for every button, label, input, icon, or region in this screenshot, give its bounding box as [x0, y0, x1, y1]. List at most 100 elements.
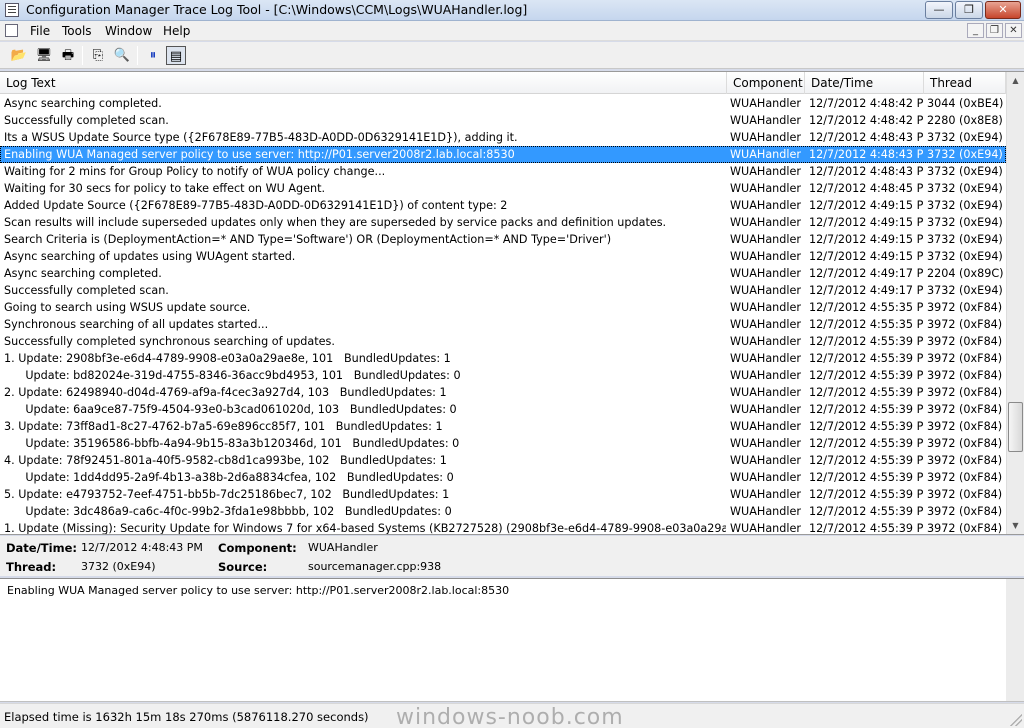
log-row-component: WUAHandler: [730, 250, 801, 263]
log-row-text: Successfully completed scan.: [4, 284, 169, 297]
copy-icon[interactable]: ⎘: [88, 46, 108, 65]
log-row-component: WUAHandler: [730, 522, 801, 535]
component-label: Component:: [218, 541, 297, 555]
log-row-datetime: 12/7/2012 4:49:15 PM: [809, 199, 923, 212]
close-button[interactable]: ✕: [985, 1, 1021, 19]
log-row[interactable]: Search Criteria is (DeploymentAction=* A…: [0, 231, 1006, 248]
log-row-thread: 3732 (0xE94): [927, 148, 1003, 161]
log-row-thread: 3972 (0xF84): [927, 505, 1003, 518]
menu-window[interactable]: Window: [105, 24, 152, 38]
log-row-datetime: 12/7/2012 4:55:39 PM: [809, 437, 923, 450]
scroll-up-arrow-icon[interactable]: ▲: [1007, 72, 1024, 89]
print-icon[interactable]: 🖶: [58, 46, 78, 65]
log-row[interactable]: Update: bd82024e-319d-4755-8346-36acc9bd…: [0, 367, 1006, 384]
find-icon[interactable]: 🔍: [112, 46, 132, 65]
log-row-datetime: 12/7/2012 4:55:39 PM: [809, 403, 923, 416]
log-row-component: WUAHandler: [730, 403, 801, 416]
column-header-thread[interactable]: Thread: [924, 72, 1006, 94]
computer-icon[interactable]: 🖥: [34, 46, 54, 65]
vertical-scrollbar[interactable]: ▲ ▼: [1006, 72, 1024, 534]
source-label: Source:: [218, 560, 268, 574]
log-row-text: Added Update Source ({2F678E89-77B5-483D…: [4, 199, 508, 212]
log-row[interactable]: Added Update Source ({2F678E89-77B5-483D…: [0, 197, 1006, 214]
log-row[interactable]: Waiting for 30 secs for policy to take e…: [0, 180, 1006, 197]
log-row[interactable]: Update: 6aa9ce87-75f9-4504-93e0-b3cad061…: [0, 401, 1006, 418]
log-row[interactable]: Enabling WUA Managed server policy to us…: [0, 146, 1006, 163]
log-row-text: Update: 3dc486a9-ca6c-4f0c-99b2-3fda1e98…: [4, 505, 452, 518]
log-row-component: WUAHandler: [730, 165, 801, 178]
resize-grip-icon[interactable]: [1010, 714, 1022, 726]
mdi-close-button[interactable]: ✕: [1005, 23, 1022, 38]
log-row[interactable]: Async searching completed. WUAHandler 12/7…: [0, 95, 1006, 112]
log-row-component: WUAHandler: [730, 386, 801, 399]
log-list[interactable]: Log Text Component Date/Time Thread Asyn…: [0, 71, 1024, 535]
log-row-text: Successfully completed synchronous searc…: [4, 335, 335, 348]
log-row[interactable]: 5. Update: e4793752-7eef-4751-bb5b-7dc25…: [0, 486, 1006, 503]
log-row[interactable]: Update: 1dd4dd95-2a9f-4b13-a38b-2d6a8834…: [0, 469, 1006, 486]
title-bar: Configuration Manager Trace Log Tool - […: [0, 0, 1024, 21]
scrollbar-thumb[interactable]: [1008, 402, 1023, 452]
datetime-value: 12/7/2012 4:48:43 PM: [81, 541, 203, 554]
log-row-text: Enabling WUA Managed server policy to us…: [4, 148, 515, 161]
log-row-datetime: 12/7/2012 4:49:15 PM: [809, 250, 923, 263]
highlight-icon[interactable]: ▤: [166, 46, 186, 65]
column-header-log-text[interactable]: Log Text: [0, 72, 727, 94]
log-row-thread: 3972 (0xF84): [927, 420, 1003, 433]
log-row-text: Going to search using WSUS update source…: [4, 301, 251, 314]
log-row-text: Update: 6aa9ce87-75f9-4504-93e0-b3cad061…: [4, 403, 457, 416]
log-row[interactable]: Update: 35196586-bbfb-4a94-9b15-83a3b120…: [0, 435, 1006, 452]
log-row-component: WUAHandler: [730, 148, 801, 161]
app-icon[interactable]: [5, 3, 19, 17]
log-row-thread: 3972 (0xF84): [927, 522, 1003, 535]
log-row-thread: 3972 (0xF84): [927, 471, 1003, 484]
log-row[interactable]: 4. Update: 78f92451-801a-40f5-9582-cb8d1…: [0, 452, 1006, 469]
log-row-datetime: 12/7/2012 4:48:42 PM: [809, 114, 923, 127]
log-row[interactable]: Its a WSUS Update Source type ({2F678E89…: [0, 129, 1006, 146]
log-row-thread: 3732 (0xE94): [927, 182, 1003, 195]
log-row[interactable]: 3. Update: 73ff8ad1-8c27-4762-b7a5-69e89…: [0, 418, 1006, 435]
column-header-datetime[interactable]: Date/Time: [805, 72, 924, 94]
message-scrollbar[interactable]: [1006, 579, 1024, 701]
message-text-box[interactable]: Enabling WUA Managed server policy to us…: [0, 578, 1024, 702]
log-row-text: Async searching completed.: [4, 97, 162, 110]
menu-tools[interactable]: Tools: [62, 24, 92, 38]
log-row[interactable]: 1. Update (Missing): Security Update for…: [0, 520, 1006, 535]
log-row[interactable]: Successfully completed scan. WUAHandler 12…: [0, 112, 1006, 129]
log-row-datetime: 12/7/2012 4:55:39 PM: [809, 471, 923, 484]
component-value: WUAHandler: [308, 541, 378, 554]
log-row[interactable]: Async searching of updates using WUAgent…: [0, 248, 1006, 265]
log-row[interactable]: Successfully completed synchronous searc…: [0, 333, 1006, 350]
log-row[interactable]: Waiting for 2 mins for Group Policy to n…: [0, 163, 1006, 180]
log-row[interactable]: Update: 3dc486a9-ca6c-4f0c-99b2-3fda1e98…: [0, 503, 1006, 520]
maximize-button[interactable]: ❐: [955, 1, 983, 19]
toolbar-separator: [137, 46, 138, 65]
mdi-restore-button[interactable]: ❐: [986, 23, 1003, 38]
menu-help[interactable]: Help: [163, 24, 190, 38]
scroll-down-arrow-icon[interactable]: ▼: [1007, 517, 1024, 534]
log-row-datetime: 12/7/2012 4:55:39 PM: [809, 369, 923, 382]
log-row[interactable]: 1. Update: 2908bf3e-e6d4-4789-9908-e03a0…: [0, 350, 1006, 367]
log-row-text: 3. Update: 73ff8ad1-8c27-4762-b7a5-69e89…: [4, 420, 443, 433]
menu-file[interactable]: File: [30, 24, 50, 38]
log-row-text: Async searching of updates using WUAgent…: [4, 250, 296, 263]
open-icon[interactable]: 📂: [9, 46, 29, 65]
log-row-component: WUAHandler: [730, 318, 801, 331]
log-row-datetime: 12/7/2012 4:55:39 PM: [809, 488, 923, 501]
log-row[interactable]: Async searching completed. WUAHandler 12/7…: [0, 265, 1006, 282]
log-row[interactable]: Scan results will include superseded upd…: [0, 214, 1006, 231]
log-row-text: Scan results will include superseded upd…: [4, 216, 667, 229]
log-row[interactable]: 2. Update: 62498940-d04d-4769-af9a-f4cec…: [0, 384, 1006, 401]
log-row-text: Synchronous searching of all updates sta…: [4, 318, 269, 331]
datetime-label: Date/Time:: [6, 541, 77, 555]
message-text: Enabling WUA Managed server policy to us…: [7, 584, 510, 597]
log-row[interactable]: Synchronous searching of all updates sta…: [0, 316, 1006, 333]
document-icon[interactable]: [5, 24, 18, 37]
column-header-component[interactable]: Component: [727, 72, 805, 94]
pause-icon[interactable]: ⏸: [143, 46, 163, 65]
log-row[interactable]: Going to search using WSUS update source…: [0, 299, 1006, 316]
mdi-minimize-button[interactable]: _: [967, 23, 984, 38]
log-row-component: WUAHandler: [730, 233, 801, 246]
log-row[interactable]: Successfully completed scan. WUAHandler 12…: [0, 282, 1006, 299]
log-row-text: 1. Update: 2908bf3e-e6d4-4789-9908-e03a0…: [4, 352, 451, 365]
minimize-button[interactable]: —: [925, 1, 953, 19]
